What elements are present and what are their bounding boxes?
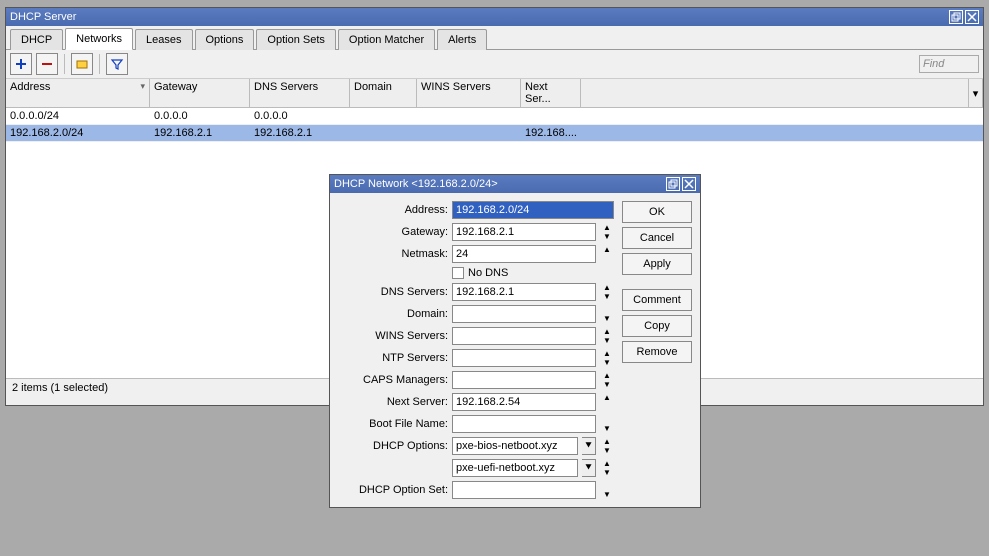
nextsrv-spinner[interactable]: ▲▼ bbox=[600, 393, 614, 411]
domain-label: Domain: bbox=[338, 308, 448, 320]
nextsrv-label: Next Server: bbox=[338, 396, 448, 408]
dlg-title: DHCP Network <192.168.2.0/24> bbox=[334, 178, 498, 190]
main-titlebar[interactable]: DHCP Server bbox=[6, 8, 983, 26]
col-next-server[interactable]: Next Ser... bbox=[521, 79, 581, 107]
dhcpopt1-input[interactable]: pxe-bios-netboot.xyz bbox=[452, 437, 578, 455]
nodns-label: No DNS bbox=[468, 267, 508, 279]
domain-input[interactable] bbox=[452, 305, 596, 323]
tab-options[interactable]: Options bbox=[195, 29, 255, 50]
col-spacer bbox=[581, 79, 969, 107]
ok-button[interactable]: OK bbox=[622, 201, 692, 223]
caps-label: CAPS Managers: bbox=[338, 374, 448, 386]
table-row[interactable]: 0.0.0.0/24 0.0.0.0 0.0.0.0 bbox=[6, 108, 983, 125]
copy-button[interactable]: Copy bbox=[622, 315, 692, 337]
boot-label: Boot File Name: bbox=[338, 418, 448, 430]
tab-networks[interactable]: Networks bbox=[65, 28, 133, 50]
tab-alerts[interactable]: Alerts bbox=[437, 29, 487, 50]
nodns-checkbox[interactable] bbox=[452, 267, 464, 279]
filter-button[interactable] bbox=[106, 53, 128, 75]
dhcpopt1-spinner[interactable]: ▲▼ bbox=[600, 437, 614, 455]
netmask-input[interactable]: 24 bbox=[452, 245, 596, 263]
dns-spinner[interactable]: ▲▼ bbox=[600, 283, 614, 301]
columns-menu-icon[interactable]: ▾ bbox=[969, 79, 983, 107]
find-input[interactable]: Find bbox=[919, 55, 979, 73]
col-gateway[interactable]: Gateway bbox=[150, 79, 250, 107]
dlg-buttons: OK Cancel Apply Comment Copy Remove bbox=[622, 201, 692, 499]
close-icon[interactable] bbox=[965, 10, 979, 24]
wins-spinner[interactable]: ▲▼ bbox=[600, 327, 614, 345]
dhcpopt-label: DHCP Options: bbox=[338, 440, 448, 452]
netmask-label: Netmask: bbox=[338, 248, 448, 260]
ntp-spinner[interactable]: ▲▼ bbox=[600, 349, 614, 367]
main-tabs: DHCP Networks Leases Options Option Sets… bbox=[6, 26, 983, 50]
apply-button[interactable]: Apply bbox=[622, 253, 692, 275]
nextsrv-input[interactable]: 192.168.2.54 bbox=[452, 393, 596, 411]
address-label: Address: bbox=[338, 204, 448, 216]
col-address[interactable]: Address bbox=[6, 79, 150, 107]
optset-spinner[interactable]: ▲▼ bbox=[600, 481, 614, 499]
gateway-spinner[interactable]: ▲▼ bbox=[600, 223, 614, 241]
optset-label: DHCP Option Set: bbox=[338, 484, 448, 496]
netmask-spinner[interactable]: ▲▼ bbox=[600, 245, 614, 263]
wins-input[interactable] bbox=[452, 327, 596, 345]
boot-spinner[interactable]: ▲▼ bbox=[600, 415, 614, 433]
optset-input[interactable] bbox=[452, 481, 596, 499]
dhcp-network-dialog: DHCP Network <192.168.2.0/24> Address: 1… bbox=[329, 174, 701, 508]
gateway-label: Gateway: bbox=[338, 226, 448, 238]
grid-header: Address Gateway DNS Servers Domain WINS … bbox=[6, 79, 983, 108]
dlg-titlebar[interactable]: DHCP Network <192.168.2.0/24> bbox=[330, 175, 700, 193]
wins-label: WINS Servers: bbox=[338, 330, 448, 342]
dlg-form: Address: 192.168.2.0/24 Gateway: 192.168… bbox=[338, 201, 614, 499]
domain-spinner[interactable]: ▲▼ bbox=[600, 305, 614, 323]
tab-leases[interactable]: Leases bbox=[135, 29, 192, 50]
table-row[interactable]: 192.168.2.0/24 192.168.2.1 192.168.2.1 1… bbox=[6, 125, 983, 142]
col-wins[interactable]: WINS Servers bbox=[417, 79, 521, 107]
comment-button[interactable] bbox=[71, 53, 93, 75]
dhcpopt2-dropdown-icon[interactable]: ⯆ bbox=[582, 459, 596, 477]
tab-option-matcher[interactable]: Option Matcher bbox=[338, 29, 435, 50]
dhcpopt1-dropdown-icon[interactable]: ⯆ bbox=[582, 437, 596, 455]
add-button[interactable] bbox=[10, 53, 32, 75]
main-toolbar: Find bbox=[6, 50, 983, 79]
col-domain[interactable]: Domain bbox=[350, 79, 417, 107]
remove-button[interactable] bbox=[36, 53, 58, 75]
caps-input[interactable] bbox=[452, 371, 596, 389]
address-input[interactable]: 192.168.2.0/24 bbox=[452, 201, 614, 219]
comment-button[interactable]: Comment bbox=[622, 289, 692, 311]
dhcpopt2-input[interactable]: pxe-uefi-netboot.xyz bbox=[452, 459, 578, 477]
tab-dhcp[interactable]: DHCP bbox=[10, 29, 63, 50]
caps-spinner[interactable]: ▲▼ bbox=[600, 371, 614, 389]
boot-input[interactable] bbox=[452, 415, 596, 433]
tab-option-sets[interactable]: Option Sets bbox=[256, 29, 335, 50]
dns-label: DNS Servers: bbox=[338, 286, 448, 298]
col-dns[interactable]: DNS Servers bbox=[250, 79, 350, 107]
remove-button[interactable]: Remove bbox=[622, 341, 692, 363]
restore-icon[interactable] bbox=[666, 177, 680, 191]
restore-icon[interactable] bbox=[949, 10, 963, 24]
cancel-button[interactable]: Cancel bbox=[622, 227, 692, 249]
close-icon[interactable] bbox=[682, 177, 696, 191]
main-title: DHCP Server bbox=[10, 11, 76, 23]
dhcpopt2-spinner[interactable]: ▲▼ bbox=[600, 459, 614, 477]
ntp-label: NTP Servers: bbox=[338, 352, 448, 364]
ntp-input[interactable] bbox=[452, 349, 596, 367]
gateway-input[interactable]: 192.168.2.1 bbox=[452, 223, 596, 241]
dns-input[interactable]: 192.168.2.1 bbox=[452, 283, 596, 301]
